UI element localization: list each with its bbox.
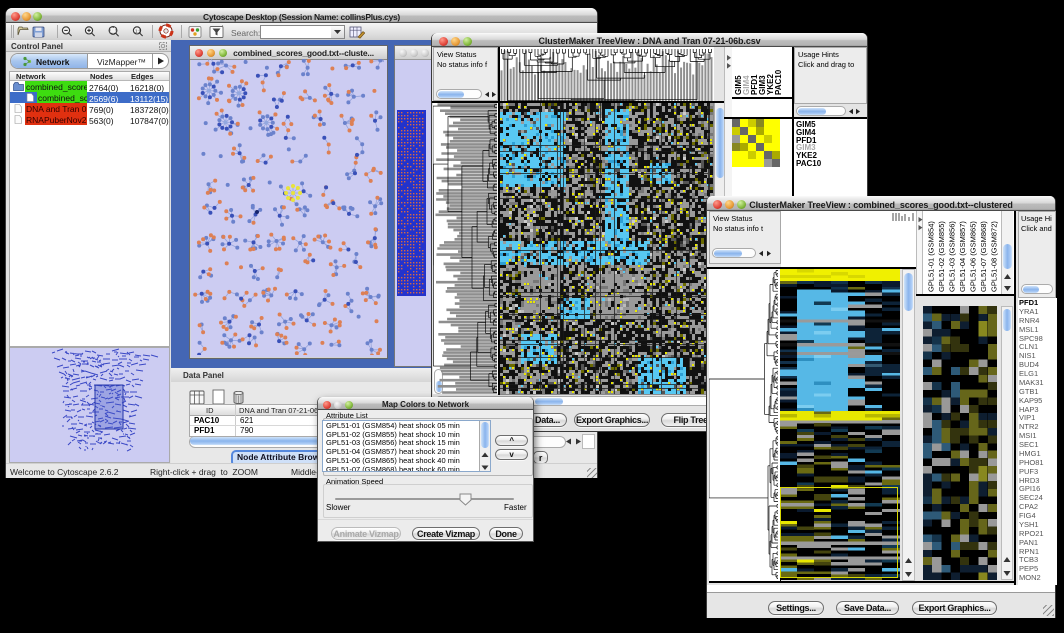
svg-text:GPL51-04 (GSM857): GPL51-04 (GSM857) (958, 221, 967, 292)
svg-text:GPL51-03 (GSM856): GPL51-03 (GSM856) (948, 221, 957, 292)
svg-text:GPL51-02 (GSM855): GPL51-02 (GSM855) (937, 221, 946, 292)
svg-text:1:1: 1:1 (135, 29, 142, 34)
svg-text:GPL51-07 (GSM868): GPL51-07 (GSM868) (979, 221, 988, 292)
svg-text:GPL51-06 (GSM865): GPL51-06 (GSM865) (969, 221, 978, 292)
svg-text:PAC10: PAC10 (774, 69, 783, 95)
svg-text:GPL51-08 (GSM872): GPL51-08 (GSM872) (990, 221, 999, 292)
svg-text:GPL51-01 (GSM854): GPL51-01 (GSM854) (927, 221, 936, 292)
